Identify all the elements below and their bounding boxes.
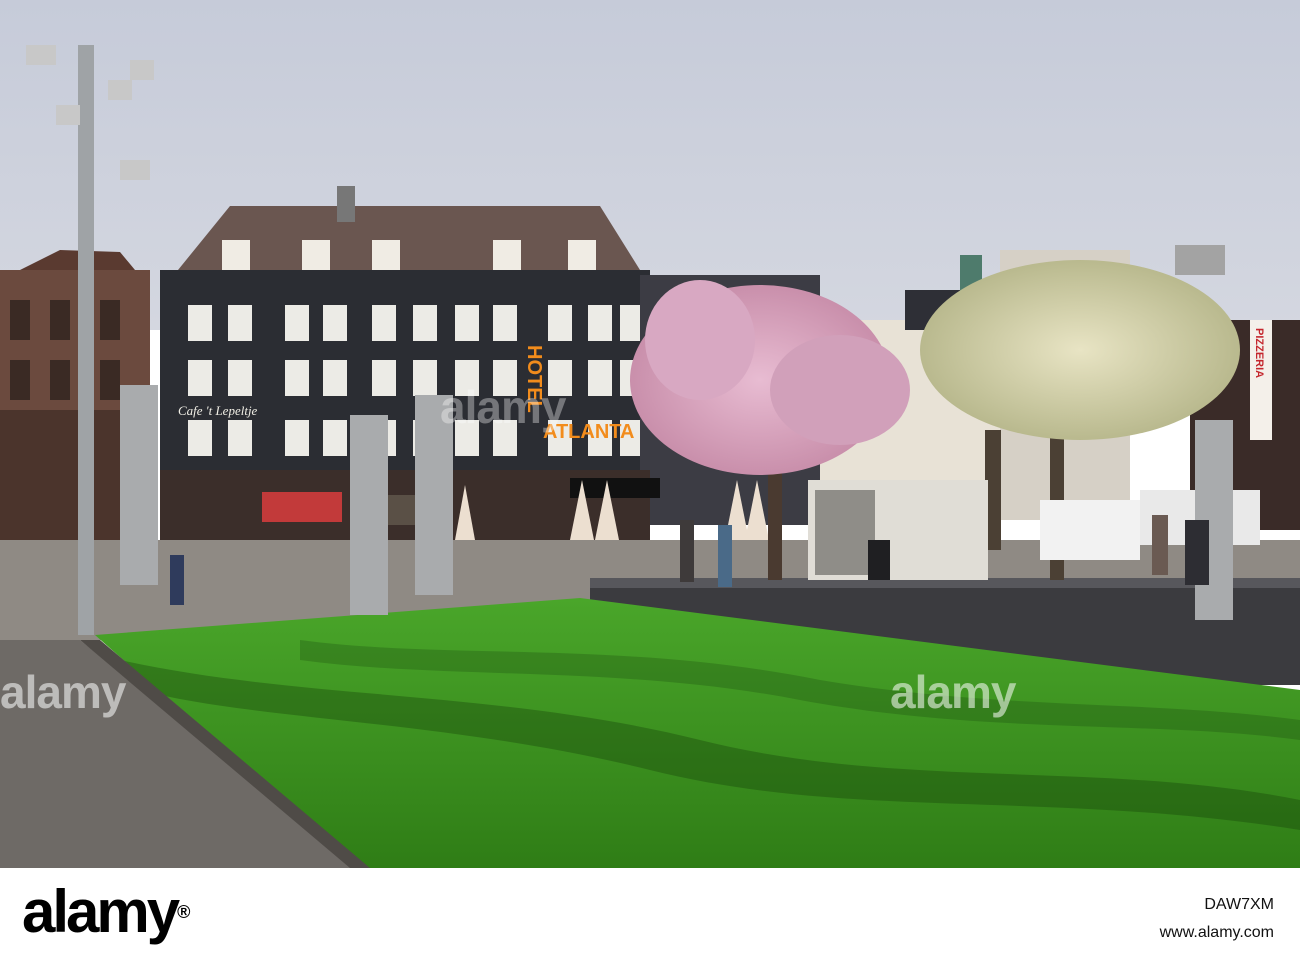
window (285, 420, 309, 456)
logo-text: alamy (22, 878, 180, 945)
site-url[interactable]: www.alamy.com (1160, 924, 1274, 942)
footer-bar: alamy® DAW7XM www.alamy.com (0, 868, 1300, 956)
window (285, 305, 309, 341)
window (372, 305, 396, 341)
window (188, 305, 212, 341)
watermark: alamy (890, 666, 1016, 718)
window (588, 360, 612, 396)
window (285, 360, 309, 396)
photo-scene: HOTEL ATLANTA Cafe 't Lepeltje PIZZERIA (0, 0, 1300, 868)
lamp-column (120, 385, 158, 585)
window (228, 305, 252, 341)
window (228, 360, 252, 396)
window (188, 360, 212, 396)
window (455, 305, 479, 341)
cafe-sign: Cafe 't Lepeltje (178, 403, 258, 418)
watermark: alamy (440, 381, 566, 433)
alamy-logo[interactable]: alamy® (22, 882, 190, 942)
window (188, 420, 212, 456)
image-id: DAW7XM (1204, 896, 1274, 913)
pizzeria-sign: PIZZERIA (1253, 328, 1265, 378)
watermark: alamy (0, 666, 126, 718)
window (588, 305, 612, 341)
window (323, 305, 347, 341)
van (1040, 500, 1140, 560)
window (413, 360, 437, 396)
window (228, 420, 252, 456)
window (323, 420, 347, 456)
lamp-column (350, 415, 388, 615)
window (493, 305, 517, 341)
window (372, 360, 396, 396)
window (413, 305, 437, 341)
window (323, 360, 347, 396)
window (548, 305, 572, 341)
